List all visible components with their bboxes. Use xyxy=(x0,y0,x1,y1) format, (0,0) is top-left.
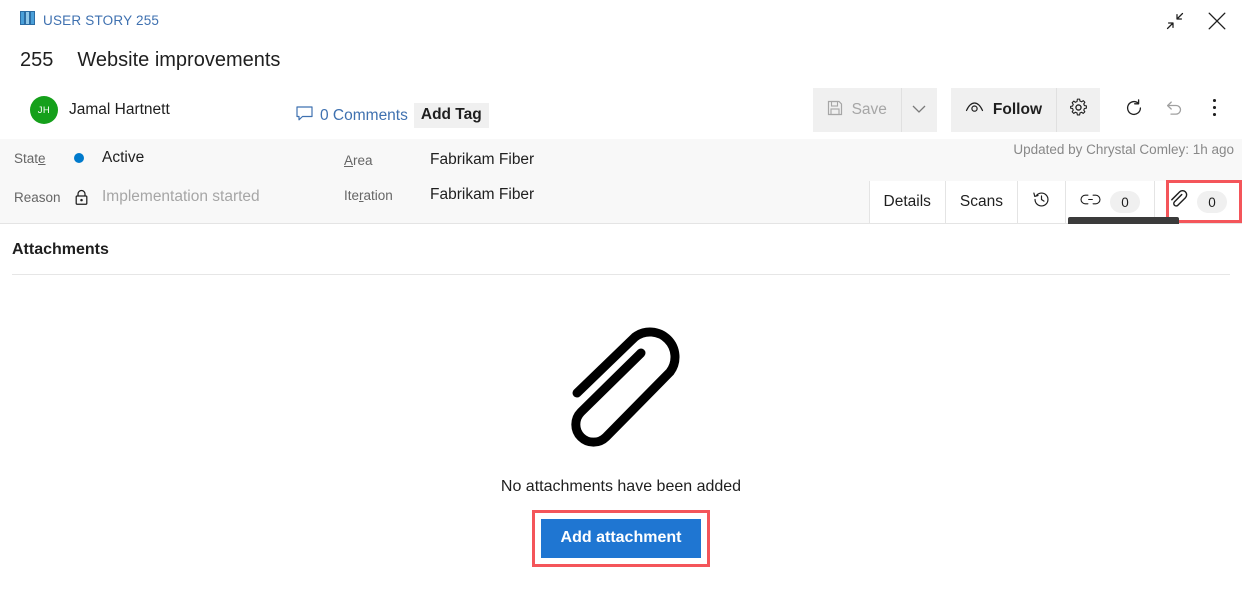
more-vertical-icon xyxy=(1212,98,1217,122)
save-dropdown-button[interactable] xyxy=(900,88,937,132)
tab-history[interactable] xyxy=(1017,181,1065,223)
save-button-group: Save xyxy=(812,88,937,132)
refresh-icon xyxy=(1124,98,1144,123)
save-button[interactable]: Save xyxy=(813,88,901,132)
work-item-title[interactable]: Website improvements xyxy=(77,49,280,72)
field-reason-value: Implementation started xyxy=(102,188,260,205)
undo-button[interactable] xyxy=(1154,88,1194,132)
work-item-tab-strip: Details Scans 0 0 xyxy=(868,181,1241,223)
tab-scans[interactable]: Scans xyxy=(944,181,1017,223)
eye-icon xyxy=(965,101,984,119)
chevron-down-icon xyxy=(912,101,926,119)
paperclip-icon xyxy=(1169,190,1188,214)
work-item-toolbar: Save Follow xyxy=(812,88,1234,132)
more-actions-button[interactable] xyxy=(1194,88,1234,132)
refresh-button[interactable] xyxy=(1114,88,1154,132)
add-attachment-button[interactable]: Add attachment xyxy=(540,519,702,558)
state-dot-icon xyxy=(74,153,102,163)
close-button[interactable] xyxy=(1200,6,1234,36)
comments-link[interactable]: 0 Comments xyxy=(296,105,408,126)
field-iteration-value[interactable]: Fabrikam Fiber xyxy=(430,186,534,204)
field-state-label: State xyxy=(14,150,46,166)
work-item-type-label: USER STORY 255 xyxy=(43,13,160,28)
assigned-to-row[interactable]: JH Jamal Hartnett xyxy=(30,96,170,124)
page-title: Attachments xyxy=(12,241,109,258)
field-state-value[interactable]: Active xyxy=(102,149,144,167)
attachments-panel: Attachments No attachments have been add… xyxy=(0,224,1242,603)
follow-button[interactable]: Follow xyxy=(951,88,1056,132)
field-area-value[interactable]: Fabrikam Fiber xyxy=(430,151,534,169)
user-story-book-icon xyxy=(20,11,36,30)
empty-state: No attachments have been added Add attac… xyxy=(0,320,1242,567)
link-icon xyxy=(1080,193,1101,211)
tab-details[interactable]: Details xyxy=(870,181,945,223)
comments-label: 0 Comments xyxy=(320,106,408,124)
field-area: Area Fabrikam Fiber xyxy=(344,151,534,169)
follow-button-label: Follow xyxy=(992,101,1042,118)
floppy-disk-icon xyxy=(827,100,843,121)
field-area-label: Area xyxy=(344,152,373,168)
work-item-header: USER STORY 255 255 Website improvements … xyxy=(0,0,1242,139)
settings-button[interactable] xyxy=(1056,88,1100,132)
field-state: State Active xyxy=(14,149,144,167)
history-clock-icon xyxy=(1032,190,1051,214)
work-item-id: 255 xyxy=(20,49,54,71)
field-iteration-label: Iteration xyxy=(344,187,393,203)
restore-down-icon xyxy=(1166,12,1184,30)
add-attachment-highlight: Add attachment xyxy=(531,510,711,567)
large-paperclip-icon xyxy=(556,320,686,460)
close-icon xyxy=(1207,11,1227,31)
restore-down-button[interactable] xyxy=(1158,6,1192,36)
lock-icon xyxy=(74,189,102,206)
add-tag-button[interactable]: Add Tag xyxy=(413,103,489,128)
window-controls xyxy=(1158,6,1234,36)
tab-details-label: Details xyxy=(883,193,931,210)
empty-state-text: No attachments have been added xyxy=(500,478,742,495)
assigned-to-name: Jamal Hartnett xyxy=(69,101,170,118)
gear-icon xyxy=(1069,98,1088,122)
updated-by-text: Updated by Chrystal Comley: 1h ago xyxy=(1013,142,1234,157)
field-reason: Reason Implementation started xyxy=(14,188,260,206)
header-meta-row: 0 Comments Add Tag xyxy=(296,103,489,128)
tab-links-count: 0 xyxy=(1110,191,1140,213)
save-button-label: Save xyxy=(851,101,887,118)
field-iteration: Iteration Fabrikam Fiber xyxy=(344,186,534,204)
work-item-title-row: 255 Website improvements xyxy=(20,49,280,72)
undo-icon xyxy=(1164,98,1184,123)
follow-button-group: Follow xyxy=(950,88,1100,132)
section-divider xyxy=(12,274,1230,275)
field-reason-label: Reason xyxy=(14,189,61,205)
comment-bubble-icon xyxy=(296,105,313,126)
tab-scans-label: Scans xyxy=(959,193,1003,210)
tab-attachments-count: 0 xyxy=(1197,191,1227,213)
avatar: JH xyxy=(30,96,58,124)
work-item-type-row: USER STORY 255 xyxy=(20,11,159,30)
